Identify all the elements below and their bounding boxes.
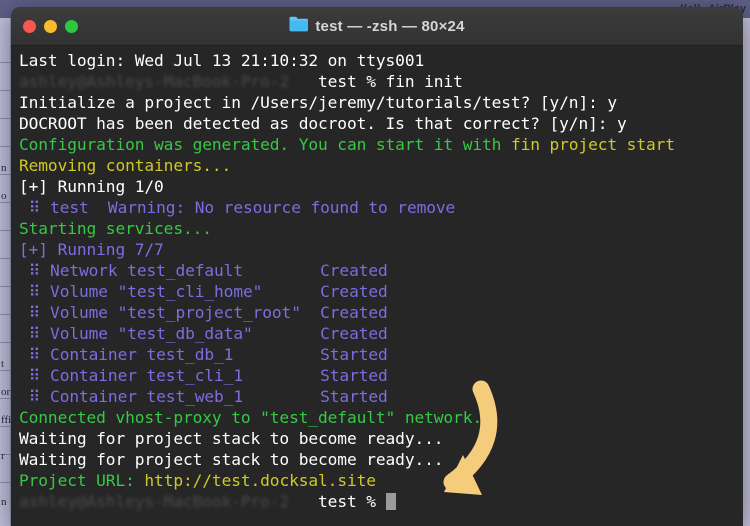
terminal-output[interactable]: Last login: Wed Jul 13 21:10:32 on ttys0… xyxy=(11,46,743,526)
terminal-text: Project URL: xyxy=(19,471,145,490)
terminal-text: ⠿ test Warning: No resource found to rem… xyxy=(19,198,456,217)
terminal-text: ⠿ Volume "test_project_root" Created xyxy=(19,303,388,322)
terminal-text: Waiting for project stack to become read… xyxy=(19,429,444,448)
background-cell-text: t xyxy=(1,358,5,370)
background-cell-text: or xyxy=(1,386,11,398)
terminal-line: ⠿ test Warning: No resource found to rem… xyxy=(19,197,743,218)
terminal-text: ⠿ Volume "test_db_data" Created xyxy=(19,324,388,343)
terminal-text: Starting services... xyxy=(19,219,212,238)
terminal-text: [+] Running 1/0 xyxy=(19,177,164,196)
terminal-line: Waiting for project stack to become read… xyxy=(19,449,743,470)
terminal-text: Removing containers... xyxy=(19,156,232,175)
terminal-text: fin project start xyxy=(510,135,675,154)
terminal-line: Initialize a project in /Users/jeremy/tu… xyxy=(19,92,743,113)
terminal-text: ⠿ Container test_db_1 Started xyxy=(19,345,388,364)
terminal-line: ashley@Ashleys-MacBook-Pro-2 test % xyxy=(19,491,743,512)
terminal-text: ⠿ Container test_web_1 Started xyxy=(19,387,388,406)
terminal-text: test % xyxy=(289,492,386,511)
terminal-text: [+] Running 7/7 xyxy=(19,240,164,259)
terminal-line: ⠿ Volume "test_project_root" Created xyxy=(19,302,743,323)
terminal-text: ashley@Ashleys-MacBook-Pro-2 xyxy=(19,72,290,91)
terminal-line: ⠿ Volume "test_db_data" Created xyxy=(19,323,743,344)
background-cell-text: n xyxy=(1,162,7,174)
folder-icon xyxy=(289,16,309,36)
terminal-line: Configuration was generated. You can sta… xyxy=(19,134,743,155)
close-button[interactable] xyxy=(23,20,36,33)
window-controls xyxy=(23,20,78,33)
terminal-line: ⠿ Volume "test_cli_home" Created xyxy=(19,281,743,302)
terminal-line: Last login: Wed Jul 13 21:10:32 on ttys0… xyxy=(19,50,743,71)
terminal-text: ashley@Ashleys-MacBook-Pro-2 xyxy=(19,492,290,511)
terminal-text: Waiting for project stack to become read… xyxy=(19,450,444,469)
window-titlebar[interactable]: test — -zsh — 80×24 xyxy=(11,7,743,46)
terminal-text: Initialize a project in /Users/jeremy/tu… xyxy=(19,93,618,112)
terminal-line: ⠿ Container test_cli_1 Started xyxy=(19,365,743,386)
window-title-group: test — -zsh — 80×24 xyxy=(11,16,743,36)
terminal-line: Project URL: http://test.docksal.site xyxy=(19,470,743,491)
terminal-text: http://test.docksal.site xyxy=(144,471,376,490)
terminal-text: DOCROOT has been detected as docroot. Is… xyxy=(19,114,627,133)
terminal-line: ashley@Ashleys-MacBook-Pro-2 test % fin … xyxy=(19,71,743,92)
window-title: test — -zsh — 80×24 xyxy=(315,17,465,35)
terminal-window: test — -zsh — 80×24 Last login: Wed Jul … xyxy=(11,7,743,526)
terminal-line: Waiting for project stack to become read… xyxy=(19,428,743,449)
terminal-text: Last login: Wed Jul 13 21:10:32 on ttys0… xyxy=(19,51,425,70)
terminal-line: ⠿ Network test_default Created xyxy=(19,260,743,281)
terminal-line: [+] Running 1/0 xyxy=(19,176,743,197)
terminal-text: ⠿ Container test_cli_1 Started xyxy=(19,366,388,385)
terminal-text: ⠿ Network test_default Created xyxy=(19,261,388,280)
terminal-text: Connected vhost-proxy to "test_default" … xyxy=(19,408,482,427)
terminal-text: ⠿ Volume "test_cli_home" Created xyxy=(19,282,388,301)
terminal-line: Starting services... xyxy=(19,218,743,239)
terminal-line: Connected vhost-proxy to "test_default" … xyxy=(19,407,743,428)
terminal-line: [+] Running 7/7 xyxy=(19,239,743,260)
terminal-text: test % xyxy=(289,72,386,91)
background-cell-text: ffi xyxy=(1,414,12,426)
background-cell-text: o xyxy=(1,190,7,202)
terminal-line: Removing containers... xyxy=(19,155,743,176)
terminal-line: DOCROOT has been detected as docroot. Is… xyxy=(19,113,743,134)
terminal-cursor xyxy=(385,493,396,510)
minimize-button[interactable] xyxy=(44,20,57,33)
maximize-button[interactable] xyxy=(65,20,78,33)
screen: n o t or ffi r n ((o)) AirPlay xyxy=(0,0,750,526)
terminal-line: ⠿ Container test_web_1 Started xyxy=(19,386,743,407)
terminal-text: Configuration was generated. You can sta… xyxy=(19,135,511,154)
background-cell-text: r xyxy=(1,450,5,462)
background-cell-text: n xyxy=(1,496,7,508)
terminal-line: ⠿ Container test_db_1 Started xyxy=(19,344,743,365)
terminal-text: fin init xyxy=(385,72,463,91)
